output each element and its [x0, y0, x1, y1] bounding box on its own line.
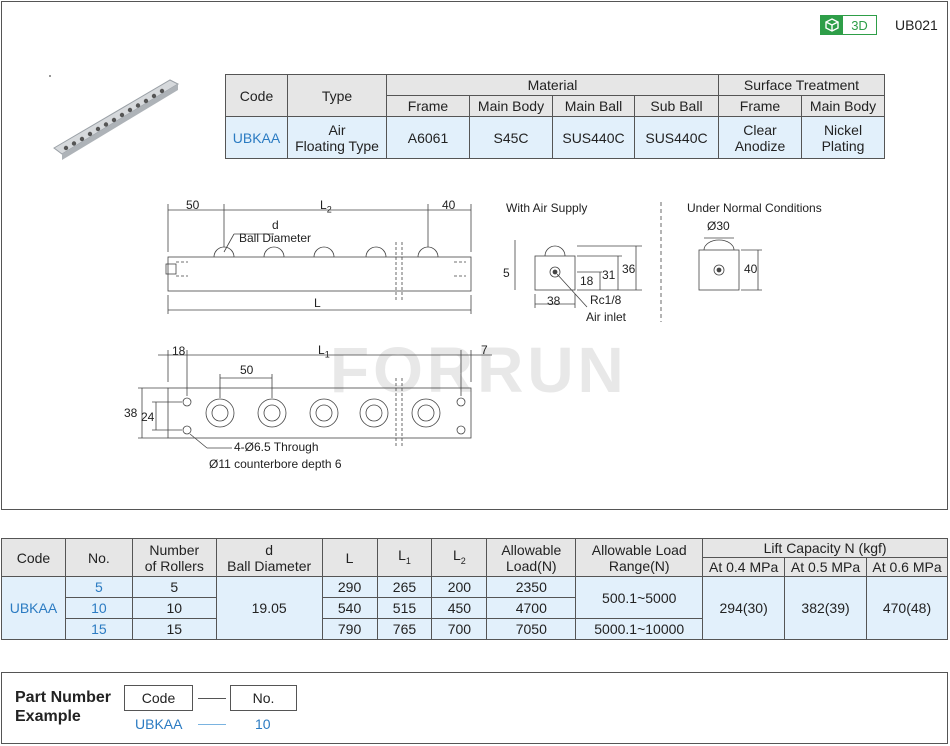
L1-header-main: L [398, 546, 406, 563]
range-value-a: 500.1~5000 [575, 576, 704, 619]
L1-value: 765 [376, 618, 433, 640]
L2-value: 450 [431, 597, 488, 619]
spec-no-value: 10 [64, 597, 133, 619]
spec-panel: Code No. Number of Rollers d Ball Diameter… [1, 538, 948, 640]
plan-dim-L1: L1 [318, 343, 330, 359]
range-header-line2: Range(N) [608, 557, 670, 574]
d-header: d Ball Diameter [215, 538, 323, 577]
spec-no-value: 15 [64, 618, 133, 640]
hole-spec-line2: Ø11 counterbore depth 6 [209, 457, 342, 471]
L2-header: L2 [431, 538, 488, 577]
L1-header: L1 [376, 538, 433, 577]
L2-header-main: L [452, 546, 461, 563]
rollers-value: 10 [131, 597, 217, 619]
pn-title-line2: Example [15, 708, 81, 725]
plan-dim-24: 24 [141, 410, 155, 424]
pn-value-separator [198, 724, 226, 725]
plan-dim-7: 7 [481, 343, 488, 357]
rc-label: Rc1/8 [590, 293, 622, 307]
side-dim-L2-main: L [320, 198, 327, 212]
p05-header: At 0.5 MPa [784, 557, 867, 577]
allow-header-line2: Load(N) [506, 557, 557, 574]
technical-drawing [138, 202, 762, 449]
range-value-b: 5000.1~10000 [575, 618, 704, 640]
d-label: d [272, 218, 279, 232]
L-header: L [321, 538, 378, 577]
allow-value: 4700 [486, 597, 577, 619]
d-header-line1: d [265, 541, 274, 558]
side-dim-50: 50 [186, 198, 200, 212]
spec-no-value: 5 [64, 576, 133, 598]
L2-header-sub: 2 [460, 555, 466, 566]
plan-dim-L1-main: L [318, 343, 325, 357]
side-dim-L2-sub: 2 [326, 204, 332, 215]
spec-code-value: UBKAA [1, 576, 66, 640]
air-dim-38: 38 [547, 294, 561, 308]
rollers-header: Number of Rollers [131, 538, 217, 577]
p04-header: At 0.4 MPa [702, 557, 786, 577]
p06-header: At 0.6 MPa [866, 557, 948, 577]
product-info-panel: 3D UB021 Code Type Material Surface Trea… [1, 1, 948, 510]
plan-dim-18: 18 [172, 344, 186, 358]
normal-title: Under Normal Conditions [687, 201, 822, 215]
L1-value: 265 [376, 576, 433, 598]
side-dim-40: 40 [442, 198, 456, 212]
air-inlet-label: Air inlet [586, 310, 627, 324]
pn-no-box: No. [230, 685, 297, 711]
rollers-header-line1: Number [149, 541, 200, 558]
L-value: 540 [321, 597, 378, 619]
plan-dim-L1-sub: 1 [324, 349, 330, 360]
L-value: 790 [321, 618, 378, 640]
range-header-line1: Allowable Load [591, 541, 687, 558]
pn-title-line1: Part Number [15, 689, 112, 706]
plan-dim-38: 38 [124, 406, 138, 420]
allow-header-line1: Allowable [501, 541, 562, 558]
pn-no-value: 10 [255, 716, 271, 732]
hole-spec-line1: 4-Ø6.5 Through [234, 440, 319, 454]
pn-code-box: Code [124, 685, 193, 711]
spec-table: Code No. Number of Rollers d Ball Diameter… [1, 538, 948, 640]
air-dim-36: 36 [622, 262, 636, 276]
air-dim-31: 31 [602, 268, 616, 282]
range-header: Allowable Load Range(N) [575, 538, 704, 577]
air-supply-title: With Air Supply [506, 201, 588, 215]
rollers-value: 15 [131, 618, 217, 640]
side-dim-L: L [314, 296, 321, 310]
spec-row-5: UBKAA 5 5 19.05 290 265 200 2350 500.1~5… [1, 576, 948, 640]
d-header-line2: Ball Diameter [227, 557, 312, 574]
allow-header: Allowable Load(N) [486, 538, 577, 577]
part-number-panel: Part Number Example Code No. UBKAA 10 [1, 672, 948, 744]
L-value: 290 [321, 576, 378, 598]
plan-dim-50: 50 [240, 363, 254, 377]
L1-value: 515 [376, 597, 433, 619]
L2-value: 200 [431, 576, 488, 598]
normal-dim-40: 40 [744, 262, 758, 276]
air-dim-5: 5 [503, 266, 510, 280]
pn-code-value: UBKAA [135, 716, 183, 732]
lift-header: Lift Capacity N (kgf) [702, 538, 948, 558]
allow-value: 7050 [486, 618, 577, 640]
rollers-value: 5 [131, 576, 217, 598]
p06-value: 470(48) [866, 576, 948, 640]
p04-value: 294(30) [702, 576, 786, 640]
normal-dim-30: Ø30 [707, 219, 730, 233]
spec-code-header: Code [1, 538, 66, 577]
pn-separator [198, 698, 226, 699]
d-value: 19.05 [215, 576, 323, 640]
side-dim-L2: L2 [320, 198, 332, 214]
L1-header-sub: 1 [405, 555, 411, 566]
p05-value: 382(39) [784, 576, 867, 640]
air-dim-18: 18 [580, 274, 594, 288]
spec-no-header: No. [64, 538, 133, 577]
rollers-header-line2: of Rollers [144, 557, 204, 574]
allow-value: 2350 [486, 576, 577, 598]
L2-value: 700 [431, 618, 488, 640]
ball-diameter-label: Ball Diameter [239, 231, 312, 245]
